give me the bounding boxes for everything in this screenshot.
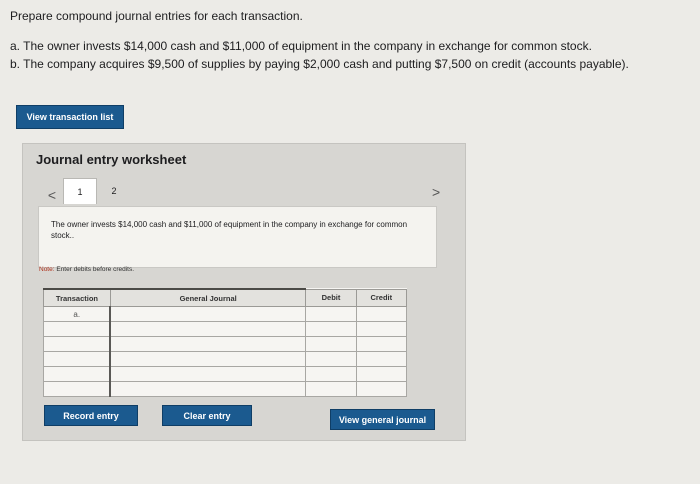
transaction-cell — [43, 321, 111, 337]
debit-input[interactable] — [305, 306, 357, 322]
table-row: a. — [43, 306, 408, 322]
debit-input[interactable] — [305, 321, 357, 337]
transaction-cell — [43, 381, 111, 397]
worksheet-pager: < 1 2 — [41, 176, 131, 204]
instructions-title: Prepare compound journal entries for eac… — [10, 9, 303, 23]
note-body: Enter debits before credits. — [54, 266, 135, 273]
credit-input[interactable] — [355, 306, 408, 322]
transaction-cell — [43, 336, 111, 352]
table-row — [43, 381, 408, 397]
transaction-cell: a. — [43, 306, 111, 322]
table-row — [43, 321, 408, 337]
credit-input[interactable] — [355, 351, 408, 367]
credit-input[interactable] — [355, 321, 408, 337]
journal-entry-worksheet: Journal entry worksheet < 1 2 > The owne… — [22, 143, 466, 441]
account-select[interactable] — [109, 321, 307, 337]
account-select[interactable] — [109, 351, 307, 367]
note-prefix: Note: — [39, 266, 55, 273]
transaction-cell — [43, 366, 111, 382]
view-transaction-list-button[interactable]: View transaction list — [16, 105, 124, 129]
next-arrow-icon[interactable]: > — [432, 184, 440, 200]
prev-arrow-icon[interactable]: < — [41, 186, 63, 204]
record-entry-button[interactable]: Record entry — [44, 405, 138, 426]
header-credit: Credit — [355, 288, 408, 307]
table-row — [43, 366, 408, 382]
instructions: Prepare compound journal entries for eac… — [10, 8, 629, 74]
transaction-cell — [43, 351, 111, 367]
credit-input[interactable] — [355, 336, 408, 352]
debit-input[interactable] — [305, 381, 357, 397]
table-row — [43, 336, 408, 352]
header-general-journal: General Journal — [109, 288, 307, 307]
account-select[interactable] — [109, 366, 307, 382]
header-debit: Debit — [305, 288, 357, 307]
clear-entry-button[interactable]: Clear entry — [162, 405, 252, 426]
debit-input[interactable] — [305, 366, 357, 382]
transaction-a-text: a. The owner invests $14,000 cash and $1… — [10, 39, 592, 53]
account-select[interactable] — [109, 336, 307, 352]
header-transaction: Transaction — [43, 288, 111, 307]
view-general-journal-button[interactable]: View general journal — [330, 409, 435, 430]
account-select[interactable] — [109, 306, 307, 322]
note-text: Note: Enter debits before credits. — [39, 266, 134, 273]
journal-table: Transaction General Journal Debit Credit… — [43, 288, 408, 397]
transaction-b-text: b. The company acquires $9,500 of suppli… — [10, 57, 629, 71]
table-row — [43, 351, 408, 367]
transaction-description: The owner invests $14,000 cash and $11,0… — [38, 206, 437, 268]
account-select[interactable] — [109, 381, 307, 397]
tab-1[interactable]: 1 — [63, 178, 97, 204]
debit-input[interactable] — [305, 351, 357, 367]
credit-input[interactable] — [355, 366, 408, 382]
debit-input[interactable] — [305, 336, 357, 352]
tab-2[interactable]: 2 — [97, 178, 131, 204]
credit-input[interactable] — [355, 381, 408, 397]
worksheet-title: Journal entry worksheet — [36, 152, 187, 167]
